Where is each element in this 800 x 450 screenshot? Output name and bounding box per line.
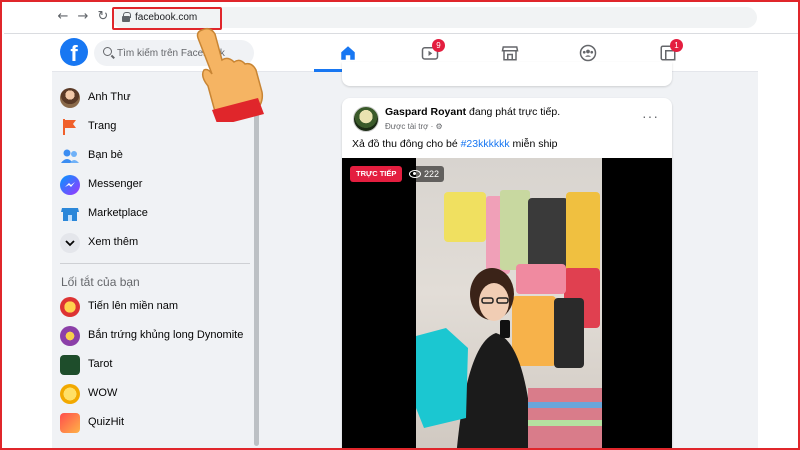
facebook-logo[interactable]: f	[60, 38, 88, 66]
shortcuts-title: Lối tắt của bạn	[61, 275, 140, 289]
post-caption: Xả đồ thu đông cho bé #23kkkkkk miễn shi…	[352, 138, 557, 150]
chevron-down-icon	[60, 233, 80, 253]
home-icon	[341, 46, 355, 60]
shortcut-label: Tarot	[88, 358, 113, 370]
sponsored-text[interactable]: Được tài trợ ·	[385, 122, 436, 131]
shortcut-item[interactable]: QuizHit	[60, 410, 250, 436]
post-author-line: Gaspard Royant đang phát trực tiếp.	[385, 106, 560, 118]
sidebar-scrollbar[interactable]	[254, 106, 259, 446]
caption-prefix: Xả đồ thu đông cho bé	[352, 138, 461, 150]
left-sidebar: Anh Thư Trang Bạn bè Messenger Marketpla…	[52, 72, 260, 448]
author-avatar[interactable]	[353, 106, 379, 132]
game-cards-icon	[60, 297, 80, 317]
tarot-icon	[60, 355, 80, 375]
sidebar-item-label: Marketplace	[88, 207, 148, 219]
watch-badge: 9	[432, 39, 445, 52]
profile-avatar	[60, 88, 80, 108]
game-dino-icon	[60, 326, 80, 346]
caption-suffix: miễn ship	[509, 138, 558, 150]
sidebar-item-label: Bạn bè	[88, 149, 123, 161]
messenger-icon	[60, 175, 80, 195]
sidebar-item-label: Anh Thư	[88, 91, 131, 103]
shortcut-item[interactable]: WOW	[60, 381, 250, 407]
shortcut-label: Tiến lên miền nam	[88, 300, 179, 312]
screenshot-frame: ← → ↻ facebook.com f 9	[0, 0, 800, 450]
reload-icon[interactable]: ↻	[96, 10, 110, 24]
arrow-right-icon[interactable]: →	[76, 10, 90, 24]
flag-icon	[60, 117, 80, 137]
post-action: đang phát trực tiếp.	[466, 106, 561, 118]
search-icon	[103, 47, 112, 56]
sidebar-item-friends[interactable]: Bạn bè	[60, 143, 250, 169]
sidebar-item-marketplace[interactable]: Marketplace	[60, 201, 250, 227]
sidebar-item-label: Xem thêm	[88, 236, 139, 248]
shortcut-label: WOW	[88, 387, 118, 399]
post-composer[interactable]	[342, 62, 672, 86]
gaming-badge: 1	[670, 39, 683, 52]
pointing-hand-icon	[196, 27, 264, 122]
view-count: 222	[424, 169, 440, 179]
sidebar-item-see-more[interactable]: Xem thêm	[60, 230, 250, 256]
post-author-name[interactable]: Gaspard Royant	[385, 106, 466, 118]
shortcut-label: QuizHit	[88, 416, 125, 428]
groups-icon	[579, 44, 597, 62]
wow-icon	[60, 384, 80, 404]
eye-icon	[409, 170, 421, 178]
sidebar-divider	[60, 263, 250, 264]
shortcut-item[interactable]: Tarot	[60, 352, 250, 378]
video-scene	[416, 190, 602, 448]
shop-icon	[501, 46, 519, 61]
hashtag-link[interactable]: #23kkkkkk	[461, 138, 510, 150]
shortcut-label: Bắn trứng khủng long Dynomite	[88, 329, 244, 341]
video-frame	[416, 158, 602, 448]
more-horizontal-icon[interactable]: ···	[642, 108, 659, 124]
shop-icon	[60, 204, 80, 224]
quizhit-icon	[60, 413, 80, 433]
sponsored-label: Được tài trợ · ⚙	[385, 122, 443, 131]
live-badge: TRỰC TIẾP	[350, 166, 403, 182]
shortcut-item[interactable]: Bắn trứng khủng long Dynomite	[60, 323, 250, 349]
friends-icon	[60, 146, 80, 166]
shortcut-item[interactable]: Tiến lên miền nam	[60, 294, 250, 320]
view-count-badge: 222	[404, 166, 445, 182]
sidebar-item-label: Messenger	[88, 178, 143, 190]
sidebar-item-label: Trang	[88, 120, 117, 132]
arrow-left-icon[interactable]: ←	[56, 10, 70, 24]
sidebar-item-messenger[interactable]: Messenger	[60, 172, 250, 198]
gear-icon: ⚙	[435, 122, 443, 131]
